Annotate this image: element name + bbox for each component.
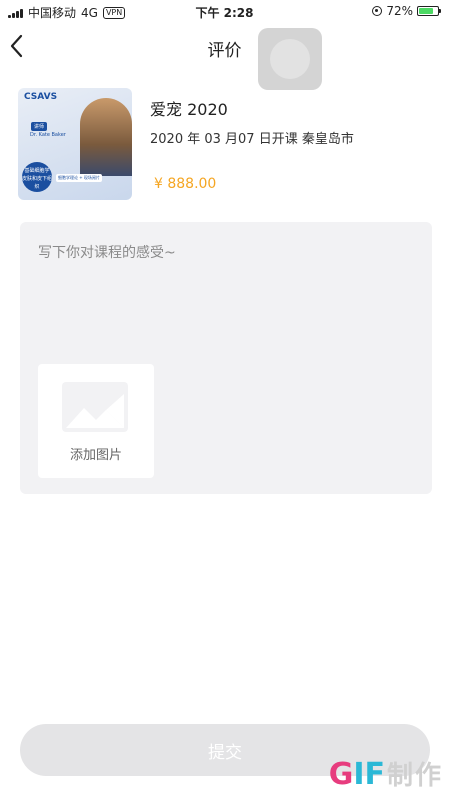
nav-bar: 评价 — [0, 24, 449, 90]
course-date-location: 2020 年 03 月07 日开课 秦皇岛市 — [150, 132, 354, 147]
gif-watermark: G IF 制作 — [329, 755, 443, 792]
add-image-button[interactable]: 添加图片 — [38, 364, 154, 478]
course-title: 爱宠 2020 — [150, 100, 228, 119]
page-title: 评价 — [207, 41, 242, 61]
watermark-if: IF — [353, 757, 385, 792]
course-thumbnail: CSAVS 讲师 Dr. Kate Baker 基础细胞学 皮肤和皮下组织 细胞… — [18, 88, 132, 200]
orientation-lock-icon — [372, 6, 383, 16]
status-right: 72% — [372, 4, 441, 18]
assistive-touch-icon[interactable] — [258, 28, 322, 90]
thumbnail-circle-text: 基础细胞学 皮肤和皮下组织 — [22, 162, 52, 192]
course-card[interactable]: CSAVS 讲师 Dr. Kate Baker 基础细胞学 皮肤和皮下组织 细胞… — [0, 88, 449, 202]
thumbnail-badge: 讲师 — [31, 122, 48, 131]
battery-icon — [417, 6, 441, 16]
add-image-label: 添加图片 — [69, 448, 122, 463]
thumbnail-tag: 细胞学理论 + 现场阅片 — [56, 174, 102, 182]
battery-percent: 72% — [386, 4, 413, 18]
watermark-cn: 制作 — [386, 761, 443, 791]
status-bar: 中国移动 4G VPN 下午 2:28 72% — [0, 0, 449, 24]
review-input[interactable] — [36, 240, 410, 364]
thumbnail-brand: CSAVS — [24, 92, 58, 102]
watermark-g: G — [328, 757, 354, 792]
review-box: 添加图片 — [20, 222, 432, 494]
thumbnail-lecturer: Dr. Kate Baker — [30, 132, 66, 138]
lecturer-photo — [80, 98, 132, 176]
image-icon — [62, 382, 128, 432]
course-price: ¥ 888.00 — [154, 176, 217, 192]
